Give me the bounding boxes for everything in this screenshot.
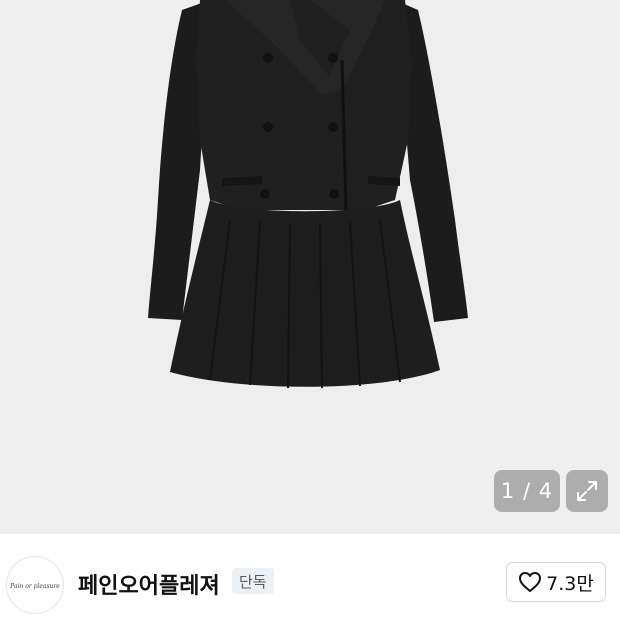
heart-outline-icon bbox=[519, 572, 542, 592]
store-avatar[interactable]: Pain or pleasure bbox=[6, 556, 64, 614]
product-image bbox=[148, 0, 468, 389]
exclusive-badge: 단독 bbox=[232, 568, 274, 594]
store-logo: Pain or pleasure bbox=[9, 583, 60, 590]
product-gallery[interactable]: 1 / 4 bbox=[0, 0, 620, 534]
expand-icon bbox=[577, 481, 597, 501]
store-name[interactable]: 페인오어플레져 bbox=[78, 568, 220, 600]
like-button[interactable]: 7.3만 bbox=[506, 562, 606, 602]
image-counter: 1 / 4 bbox=[494, 470, 560, 512]
expand-button[interactable] bbox=[566, 470, 608, 512]
like-count: 7.3만 bbox=[546, 572, 594, 595]
svg-text:Pain or pleasure: Pain or pleasure bbox=[9, 583, 60, 590]
seller-bar: Pain or pleasure 페인오어플레져 단독 7.3만 bbox=[0, 534, 620, 620]
